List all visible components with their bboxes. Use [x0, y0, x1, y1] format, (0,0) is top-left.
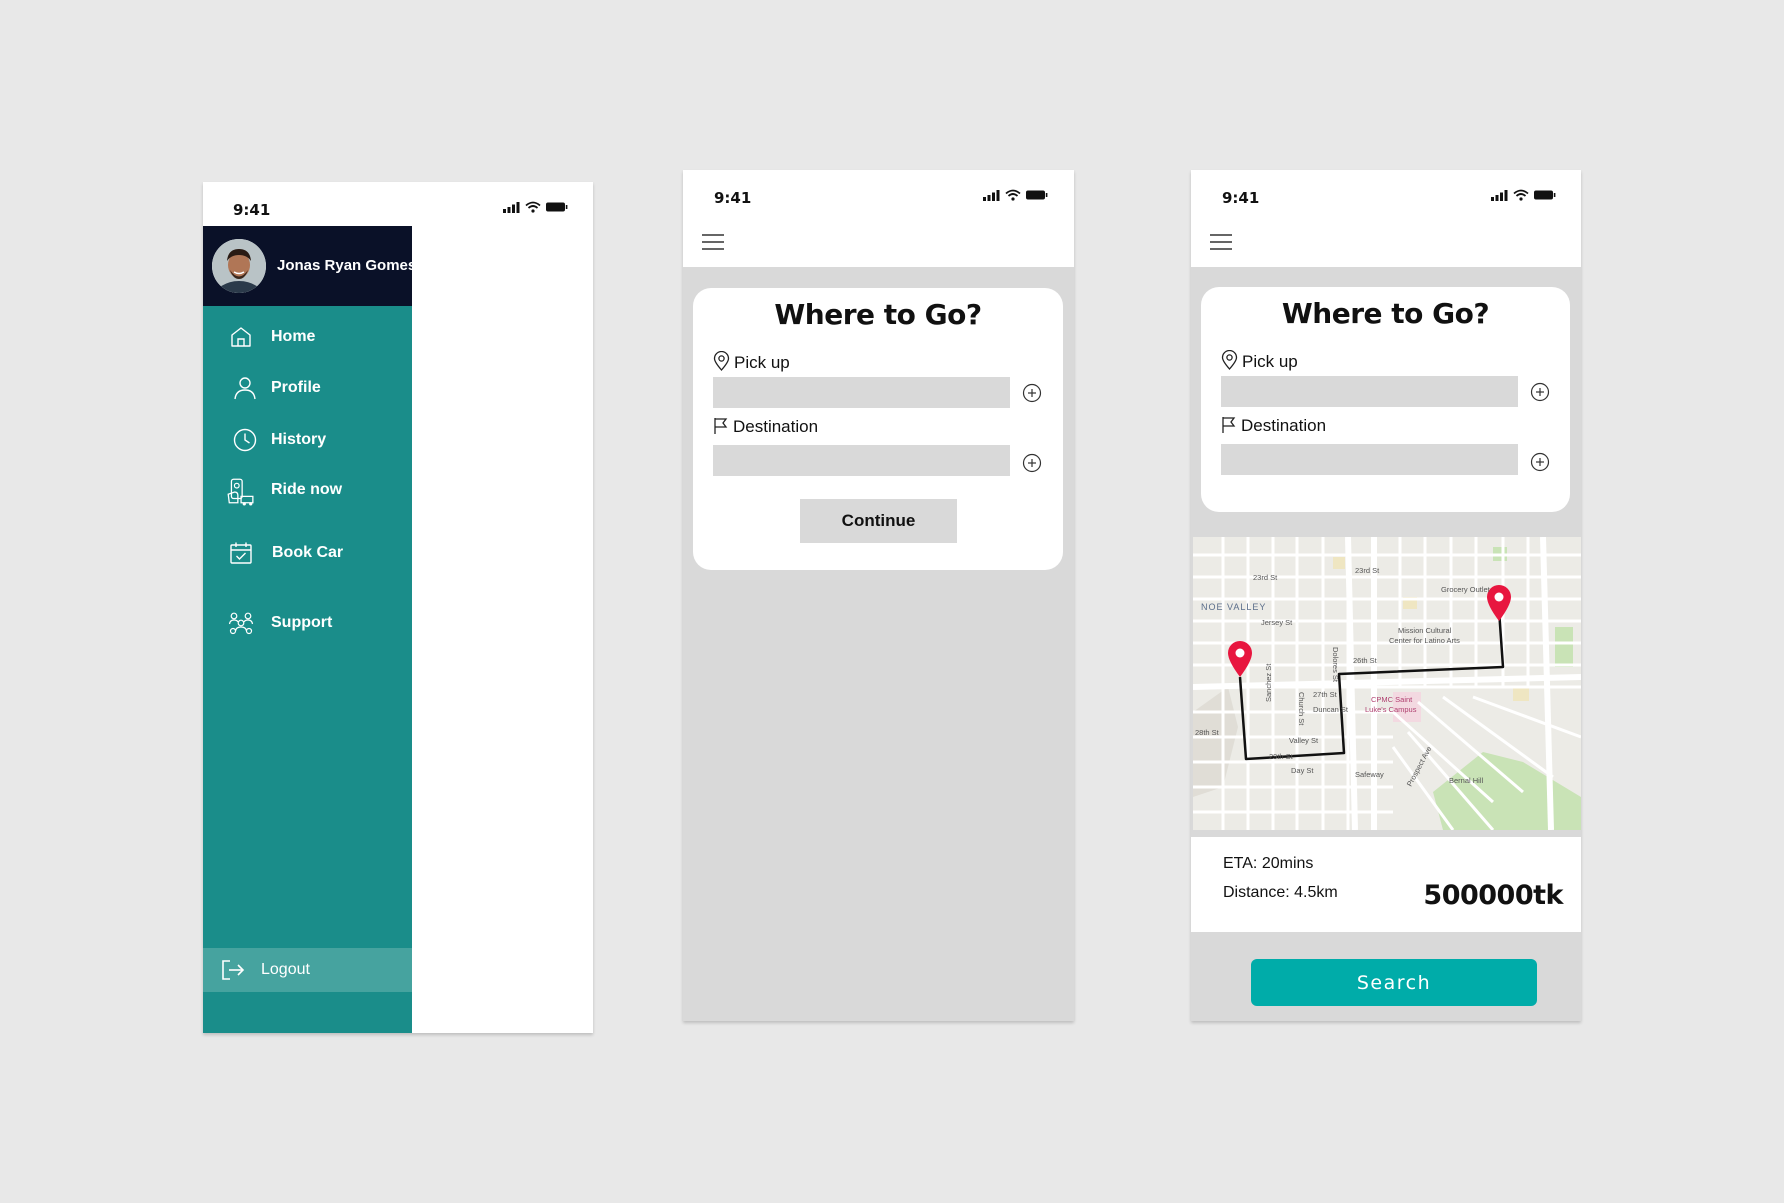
map-label: 27th St [1313, 690, 1338, 699]
drawer-screen: 9:41 Jonas Ryan Gomes Home Profile Histo… [203, 182, 593, 1033]
user-name: Jonas Ryan Gomes [277, 257, 417, 274]
logout-icon [222, 960, 245, 980]
map-canvas: 23rd St 23rd St Grocery Outlet NOE VALLE… [1193, 537, 1581, 830]
destination-label: Destination [713, 417, 818, 437]
add-pickup-icon[interactable] [1022, 383, 1042, 403]
add-destination-icon[interactable] [1022, 453, 1042, 473]
nav-item-label: Ride now [271, 481, 343, 498]
ride-icon [227, 478, 254, 506]
map-label: Mission Cultural [1398, 626, 1452, 635]
map-label: 29th St [1269, 752, 1294, 761]
clock-icon [233, 428, 257, 452]
map-label: Sanchez St [1264, 663, 1273, 702]
where-to-go-screen: 9:41 Where to Go? Pick up Destination Co… [683, 170, 1074, 1021]
logout-label: Logout [261, 961, 310, 978]
status-bar: 9:41 [203, 182, 593, 226]
park-area [1555, 627, 1573, 667]
map-label: Church St [1297, 692, 1306, 726]
nav-item-label: Profile [271, 379, 321, 396]
pickup-label: Pick up [1221, 349, 1298, 372]
trip-card: Where to Go? Pick up Destination [1201, 287, 1570, 512]
route-result-screen: 9:41 Where to Go? Pick up Destination 23… [1191, 170, 1581, 1021]
flag-icon [1222, 417, 1236, 433]
location-pin-icon [1221, 349, 1238, 370]
nav-item-history[interactable]: History [203, 422, 412, 458]
map-label: Luke's Campus [1365, 705, 1417, 714]
map-label: 26th St [1353, 656, 1378, 665]
map-label: Day St [1291, 766, 1314, 775]
distance-text: Distance: 4.5km [1223, 884, 1338, 901]
fare-price: 500000tk [1423, 880, 1563, 911]
status-time: 9:41 [1222, 189, 1260, 207]
app-header: 9:41 [683, 170, 1074, 267]
destination-input[interactable] [713, 445, 1010, 476]
map-label: Grocery Outlet [1441, 585, 1491, 594]
pickup-label: Pick up [713, 350, 790, 373]
map-label: Valley St [1289, 736, 1319, 745]
continue-button[interactable]: Continue [800, 499, 957, 543]
pickup-input[interactable] [1221, 376, 1518, 407]
map-label: Jersey St [1261, 618, 1293, 627]
menu-icon[interactable] [701, 232, 725, 252]
map-label: Safeway [1355, 770, 1384, 779]
status-time: 9:41 [714, 189, 752, 207]
user-icon [234, 377, 256, 400]
support-icon [228, 612, 254, 635]
nav-item-label: Home [271, 328, 316, 345]
map-label: Bernal Hill [1449, 776, 1484, 785]
calendar-check-icon [230, 542, 252, 564]
route-map[interactable]: 23rd St 23rd St Grocery Outlet NOE VALLE… [1193, 537, 1581, 830]
trip-summary: ETA: 20mins Distance: 4.5km 500000tk [1191, 837, 1581, 932]
map-label: Center for Latino Arts [1389, 636, 1460, 645]
status-icons [983, 189, 1048, 201]
map-label: 23rd St [1355, 566, 1380, 575]
map-label: Duncan St [1313, 705, 1349, 714]
pickup-label-text: Pick up [734, 353, 790, 372]
add-destination-icon[interactable] [1530, 452, 1550, 472]
map-label: CPMC Saint [1371, 695, 1413, 704]
destination-label: Destination [1221, 416, 1326, 436]
pickup-label-text: Pick up [1242, 352, 1298, 371]
destination-label-text: Destination [733, 417, 819, 436]
avatar[interactable] [212, 239, 266, 293]
nav-item-label: Book Car [272, 544, 344, 561]
nav-item-ride-now[interactable]: Ride now [203, 472, 412, 508]
nav-item-support[interactable]: Support [203, 605, 412, 641]
pickup-input[interactable] [713, 377, 1010, 408]
location-pin-icon [713, 350, 730, 371]
status-icons [1491, 189, 1556, 201]
destination-input[interactable] [1221, 444, 1518, 475]
nav-item-book-car[interactable]: Book Car [203, 535, 412, 571]
card-title: Where to Go? [1281, 297, 1490, 330]
nav-item-home[interactable]: Home [203, 319, 412, 355]
destination-label-text: Destination [1241, 416, 1327, 435]
block-highlight [1513, 687, 1529, 701]
status-time: 9:41 [233, 201, 271, 219]
menu-icon[interactable] [1209, 232, 1233, 252]
status-icons [503, 201, 568, 213]
drawer-header: Jonas Ryan Gomes [203, 226, 416, 306]
flag-icon [714, 418, 728, 434]
map-label: 28th St [1195, 728, 1220, 737]
card-title: Where to Go? [774, 298, 982, 331]
add-pickup-icon[interactable] [1530, 382, 1550, 402]
app-header: 9:41 [1191, 170, 1581, 267]
home-icon [231, 327, 251, 347]
search-button[interactable]: Search [1251, 959, 1537, 1006]
map-label: Dolores St [1331, 647, 1340, 683]
eta-text: ETA: 20mins [1223, 855, 1314, 872]
block-highlight [1333, 557, 1345, 569]
logout-button[interactable]: Logout [203, 948, 412, 992]
map-label: 23rd St [1253, 573, 1278, 582]
nav-item-profile[interactable]: Profile [203, 370, 412, 406]
nav-item-label: Support [271, 614, 333, 631]
trip-card: Where to Go? Pick up Destination Continu… [693, 288, 1063, 570]
nav-drawer: Jonas Ryan Gomes Home Profile History Ri… [203, 226, 416, 1033]
map-label: NOE VALLEY [1201, 602, 1266, 612]
nav-item-label: History [271, 431, 327, 448]
